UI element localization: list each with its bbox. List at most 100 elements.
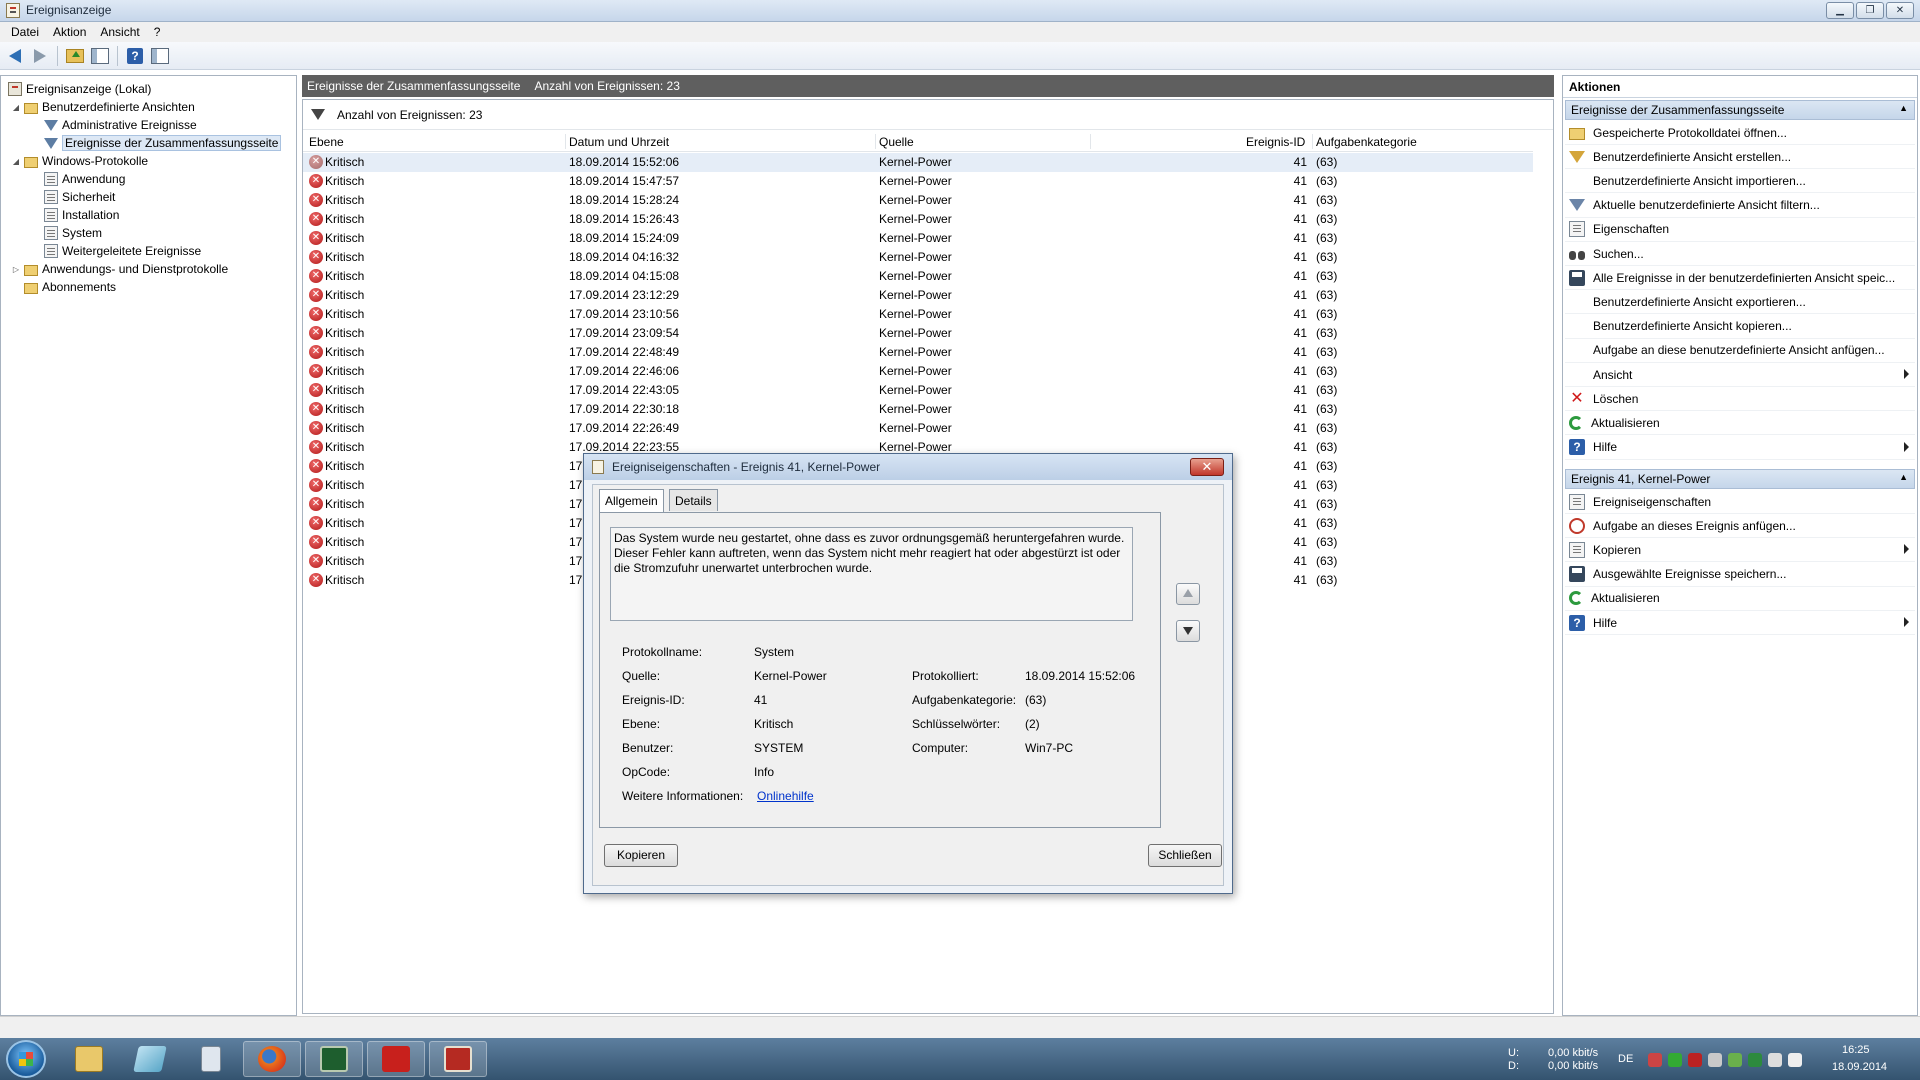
- tab-details[interactable]: Details: [669, 489, 718, 511]
- event-description[interactable]: Das System wurde neu gestartet, ohne das…: [610, 527, 1133, 621]
- tree-item-weitergeleitete-ereignisse[interactable]: Weitergeleitete Ereignisse: [31, 242, 201, 260]
- action-ereigniseigenschaften[interactable]: Ereigniseigenschaften: [1565, 490, 1915, 514]
- action-aufgabe-an-diese-benutzerdefinierte-ansicht-anfügen[interactable]: Aufgabe an diese benutzerdefinierte Ansi…: [1565, 339, 1915, 363]
- column-header-datum[interactable]: Datum und Uhrzeit: [569, 135, 669, 149]
- collapse-caret-icon[interactable]: ▲: [1899, 103, 1908, 113]
- column-divider[interactable]: [875, 134, 876, 149]
- action-eigenschaften[interactable]: Eigenschaften: [1565, 218, 1915, 242]
- table-row[interactable]: ✕ Kritisch 18.09.2014 15:28:24 Kernel-Power…: [303, 191, 1533, 210]
- column-divider[interactable]: [1090, 134, 1091, 149]
- action-gespeicherte-protokolldatei-öffnen[interactable]: Gespeicherte Protokolldatei öffnen...: [1565, 121, 1915, 145]
- table-row[interactable]: ✕ Kritisch 17.09.2014 23:09:54 Kernel-Power…: [303, 324, 1533, 343]
- action-aktualisieren[interactable]: Aktualisieren: [1565, 411, 1915, 436]
- collapse-caret-icon[interactable]: ▲: [1899, 472, 1908, 482]
- tray-check-icon[interactable]: [1748, 1053, 1762, 1067]
- action-löschen[interactable]: ✕ Löschen: [1565, 387, 1915, 412]
- menu-help[interactable]: ?: [147, 22, 168, 42]
- tray-update-icon[interactable]: [1728, 1053, 1742, 1067]
- table-row[interactable]: ✕ Kritisch 18.09.2014 15:47:57 Kernel-Power…: [303, 172, 1533, 191]
- tree-item-installation[interactable]: Installation: [31, 206, 119, 224]
- table-row[interactable]: ✕ Kritisch 17.09.2014 22:48:49 Kernel-Power…: [303, 343, 1533, 362]
- table-row[interactable]: ✕ Kritisch 17.09.2014 22:43:05 Kernel-Power…: [303, 381, 1533, 400]
- taskbar-flash-app[interactable]: [367, 1041, 425, 1077]
- taskbar-explorer[interactable]: [60, 1041, 118, 1077]
- tree-item-abonnements[interactable]: Abonnements: [11, 278, 116, 296]
- action-alle-ereignisse-in-der-benutzerdefinierten-ansicht-speic[interactable]: Alle Ereignisse in der benutzerdefiniert…: [1565, 266, 1915, 291]
- tree-item-benutzerdefinierte-ansichten[interactable]: ◢ Benutzerdefinierte Ansichten: [11, 98, 195, 116]
- close-button[interactable]: Schließen: [1148, 844, 1222, 867]
- action-ansicht[interactable]: Ansicht: [1565, 363, 1915, 387]
- table-row[interactable]: ✕ Kritisch 17.09.2014 22:26:49 Kernel-Power…: [303, 419, 1533, 438]
- start-button[interactable]: [6, 1040, 46, 1078]
- table-row[interactable]: ✕ Kritisch 18.09.2014 15:24:09 Kernel-Power…: [303, 229, 1533, 248]
- actions-section-event-41[interactable]: Ereignis 41, Kernel-Power ▲: [1565, 469, 1915, 489]
- table-row[interactable]: ✕ Kritisch 18.09.2014 04:15:08 Kernel-Power…: [303, 267, 1533, 286]
- action-benutzerdefinierte-ansicht-importieren[interactable]: Benutzerdefinierte Ansicht importieren..…: [1565, 169, 1915, 194]
- action-hilfe[interactable]: ? Hilfe: [1565, 611, 1915, 635]
- action-aktualisieren[interactable]: Aktualisieren: [1565, 587, 1915, 611]
- dialog-close-button[interactable]: ✕: [1190, 458, 1224, 476]
- taskbar-calculator[interactable]: [182, 1041, 240, 1077]
- next-event-button[interactable]: [1176, 620, 1200, 642]
- column-header-aufgabenkategorie[interactable]: Aufgabenkategorie: [1316, 135, 1417, 149]
- tree-item-anwendungs-und-dienstprotokolle[interactable]: ▷ Anwendungs- und Dienstprotokolle: [11, 260, 228, 278]
- action-benutzerdefinierte-ansicht-erstellen[interactable]: Benutzerdefinierte Ansicht erstellen...: [1565, 145, 1915, 170]
- onlinehilfe-link[interactable]: Onlinehilfe: [757, 789, 814, 803]
- tray-volume-icon[interactable]: [1788, 1053, 1802, 1067]
- tree-item-ereignisse-zusammenfassungsseite[interactable]: Ereignisse der Zusammenfassungsseite: [31, 134, 282, 152]
- table-row[interactable]: ✕ Kritisch 18.09.2014 15:52:06 Kernel-Power…: [303, 153, 1533, 172]
- table-row[interactable]: ✕ Kritisch 17.09.2014 22:46:06 Kernel-Power…: [303, 362, 1533, 381]
- collapse-arrow-icon[interactable]: ◢: [11, 157, 21, 166]
- action-benutzerdefinierte-ansicht-kopieren[interactable]: Benutzerdefinierte Ansicht kopieren...: [1565, 315, 1915, 339]
- dialog-title-bar[interactable]: Ereigniseigenschaften - Ereignis 41, Ker…: [584, 454, 1232, 480]
- minimize-button[interactable]: ▁: [1826, 2, 1854, 19]
- show-hide-action-pane-button[interactable]: [149, 45, 171, 67]
- tree-item-anwendung[interactable]: Anwendung: [31, 170, 125, 188]
- table-row[interactable]: ✕ Kritisch 18.09.2014 04:16:32 Kernel-Power…: [303, 248, 1533, 267]
- action-ausgewählte-ereignisse-speichern[interactable]: Ausgewählte Ereignisse speichern...: [1565, 563, 1915, 587]
- up-one-level-button[interactable]: [64, 45, 86, 67]
- table-row[interactable]: ✕ Kritisch 17.09.2014 22:30:18 Kernel-Power…: [303, 400, 1533, 419]
- column-header-ereignis-id[interactable]: Ereignis-ID: [1246, 135, 1305, 149]
- clock-date[interactable]: 18.09.2014: [1832, 1061, 1887, 1073]
- table-row[interactable]: ✕ Kritisch 17.09.2014 23:12:29 Kernel-Power…: [303, 286, 1533, 305]
- language-indicator[interactable]: DE: [1618, 1053, 1633, 1065]
- taskbar-notepad[interactable]: [121, 1041, 179, 1077]
- tree-item-administrative-ereignisse[interactable]: Administrative Ereignisse: [31, 116, 197, 134]
- tray-network-icon[interactable]: [1768, 1053, 1782, 1067]
- tray-shield-icon[interactable]: [1688, 1053, 1702, 1067]
- collapse-arrow-icon[interactable]: ◢: [11, 103, 21, 112]
- table-row[interactable]: ✕ Kritisch 17.09.2014 23:10:56 Kernel-Power…: [303, 305, 1533, 324]
- menu-aktion[interactable]: Aktion: [46, 22, 93, 42]
- menu-datei[interactable]: Datei: [4, 22, 46, 42]
- table-row[interactable]: ✕ Kritisch 18.09.2014 15:26:43 Kernel-Power…: [303, 210, 1533, 229]
- taskbar-firefox[interactable]: [243, 1041, 301, 1077]
- back-button[interactable]: [4, 45, 26, 67]
- tree-item-ereignisanzeige-lokal[interactable]: Ereignisanzeige (Lokal): [5, 80, 151, 98]
- action-benutzerdefinierte-ansicht-exportieren[interactable]: Benutzerdefinierte Ansicht exportieren..…: [1565, 290, 1915, 315]
- actions-section-summary-events[interactable]: Ereignisse der Zusammenfassungsseite ▲: [1565, 100, 1915, 120]
- action-kopieren[interactable]: Kopieren: [1565, 538, 1915, 563]
- restore-button[interactable]: ❐: [1856, 2, 1884, 19]
- action-aufgabe-an-dieses-ereignis-anfügen[interactable]: Aufgabe an dieses Ereignis anfügen...: [1565, 514, 1915, 539]
- clock-time[interactable]: 16:25: [1842, 1044, 1870, 1056]
- taskbar-task-manager[interactable]: [305, 1041, 363, 1077]
- column-header-quelle[interactable]: Quelle: [879, 135, 914, 149]
- copy-button[interactable]: Kopieren: [604, 844, 678, 867]
- column-header-ebene[interactable]: Ebene: [309, 135, 344, 149]
- help-button[interactable]: ?: [124, 45, 146, 67]
- tray-security-icon[interactable]: [1668, 1053, 1682, 1067]
- expand-arrow-icon[interactable]: ▷: [11, 265, 21, 274]
- action-hilfe[interactable]: ? Hilfe: [1565, 436, 1915, 460]
- tree-item-sicherheit[interactable]: Sicherheit: [31, 188, 115, 206]
- column-divider[interactable]: [565, 134, 566, 149]
- forward-button[interactable]: [29, 45, 51, 67]
- close-window-button[interactable]: ✕: [1886, 2, 1914, 19]
- action-aktuelle-benutzerdefinierte-ansicht-filtern[interactable]: Aktuelle benutzerdefinierte Ansicht filt…: [1565, 194, 1915, 218]
- column-divider[interactable]: [1312, 134, 1313, 149]
- tray-display-icon[interactable]: [1708, 1053, 1722, 1067]
- taskbar-event-viewer[interactable]: [429, 1041, 487, 1077]
- menu-ansicht[interactable]: Ansicht: [93, 22, 146, 42]
- tree-item-system[interactable]: System: [31, 224, 102, 242]
- show-hide-console-tree-button[interactable]: [89, 45, 111, 67]
